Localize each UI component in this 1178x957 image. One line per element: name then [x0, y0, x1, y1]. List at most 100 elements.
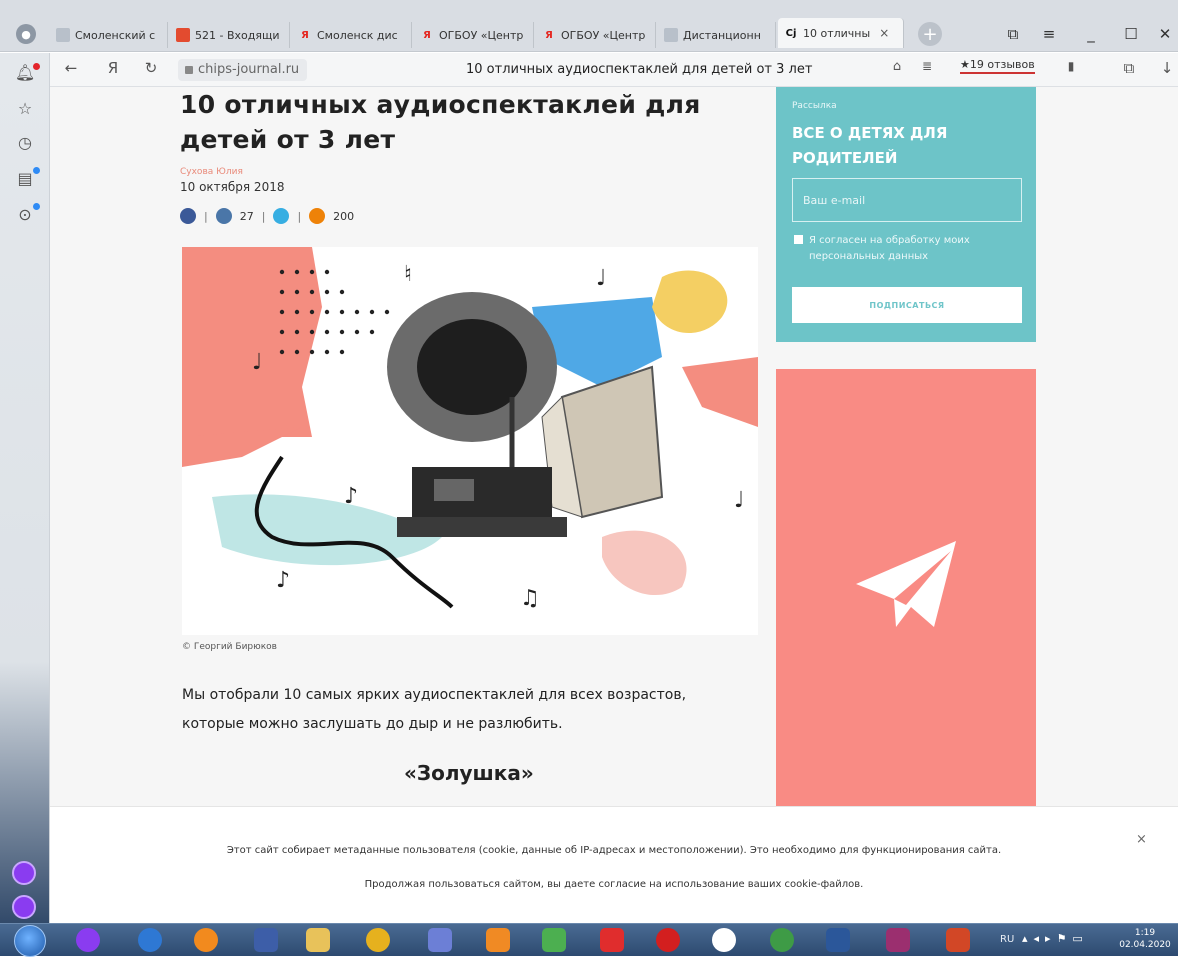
telegram-banner[interactable] [776, 369, 1036, 809]
download-icon[interactable]: ↓ [1156, 59, 1178, 77]
yandex-icon: Я [301, 29, 309, 41]
collections-dot [33, 167, 40, 174]
svg-text:♮: ♮ [404, 262, 412, 287]
section-heading: «Золушка» [404, 761, 534, 785]
gramophone-illustration: ♮ ♩ ♩ ♪ ♩ ♪ ♫ [182, 247, 758, 611]
chips-icon: Cj [785, 27, 797, 39]
url-page-title[interactable]: 10 отличных аудиоспектаклей для детей от… [466, 62, 812, 77]
close-tab-icon[interactable]: × [879, 26, 889, 40]
newsletter-kicker: Рассылка [792, 101, 837, 111]
svg-text:♩: ♩ [252, 350, 262, 375]
reader-icon[interactable]: ⌂ [886, 59, 908, 74]
article-lead: Мы отобрали 10 самых ярких аудиоспектакл… [182, 687, 687, 732]
vk-share-icon[interactable] [215, 208, 232, 224]
article-hero-image: ♮ ♩ ♩ ♪ ♩ ♪ ♫ [182, 247, 758, 635]
share-bar: | 27 | | 200 [180, 208, 758, 224]
maximize-icon[interactable]: ☐ [1118, 22, 1144, 46]
newsletter-widget: Рассылка ВСЕ О ДЕТЯХ ДЛЯ РОДИТЕЛЕЙ Я сог… [776, 87, 1036, 342]
tab-1[interactable]: Смоленский с [50, 22, 168, 48]
article-author[interactable]: Сухова Юлия [180, 167, 758, 177]
reviews-badge[interactable]: ★19 отзывов [960, 58, 1035, 74]
alice-voice-icon[interactable] [12, 895, 36, 919]
save-disk-icon[interactable] [254, 928, 278, 952]
powerpoint-icon[interactable] [946, 928, 970, 952]
svg-text:♩: ♩ [734, 488, 744, 513]
alice-icon[interactable] [12, 861, 36, 885]
translate-icon[interactable]: ≣ [916, 59, 938, 73]
history-icon[interactable]: ◷ [14, 133, 36, 155]
subscribe-button[interactable]: ПОДПИСАТЬСЯ [792, 287, 1022, 323]
cookie-close-button[interactable]: × [1136, 832, 1147, 847]
cookie-consent-text: Продолжая пользоваться сайтом, вы даете … [364, 879, 864, 890]
ok-share-count: 200 [333, 209, 355, 223]
ie-icon[interactable] [138, 928, 162, 952]
yandex-y-icon[interactable] [712, 928, 736, 952]
tabs-overview-icon[interactable]: ⧉ [1000, 22, 1026, 46]
winrar-icon[interactable] [886, 928, 910, 952]
browser-side-panel: 🔔︎ ☆ ◷ ▤ ⊙ [0, 53, 50, 923]
explorer-icon[interactable] [306, 928, 330, 952]
email-field[interactable] [792, 178, 1022, 222]
page-icon [56, 28, 70, 42]
favorites-icon[interactable]: ☆ [14, 99, 36, 121]
close-window-icon[interactable]: ✕ [1152, 22, 1178, 46]
tab-label: 10 отличны [803, 26, 871, 40]
tab-5[interactable]: Я ОГБОУ «Центр [536, 22, 656, 48]
chrome-icon[interactable] [366, 928, 390, 952]
tray-icons[interactable]: ▴◂▸⚑▭ [1022, 932, 1089, 945]
language-indicator[interactable]: RU [1000, 934, 1014, 945]
profile-icon[interactable]: ● [16, 24, 36, 44]
extensions-icon[interactable]: ⧉ [1118, 59, 1140, 77]
url-domain[interactable]: chips-journal.ru [178, 59, 308, 81]
media-dot [33, 203, 40, 210]
svg-text:♪: ♪ [344, 484, 358, 509]
article-title: 10 отличных аудиоспектаклей для детей от… [180, 90, 701, 154]
music-app-icon[interactable] [542, 928, 566, 952]
notification-dot [33, 63, 40, 70]
clock-date: 02.04.2020 [1119, 940, 1171, 950]
mail-icon [176, 28, 190, 42]
browser-tab-bar: ● Смоленский с 521 - Входящи Я Смоленск дис… [0, 0, 1178, 52]
telegram-share-icon[interactable] [273, 208, 290, 224]
word-icon[interactable] [826, 928, 850, 952]
cookie-text: Этот сайт собирает метаданные пользовате… [226, 845, 1002, 856]
utorrent-icon[interactable] [770, 928, 794, 952]
svg-text:♪: ♪ [276, 568, 290, 593]
opera-icon[interactable] [656, 928, 680, 952]
minimize-icon[interactable]: _ [1078, 22, 1104, 46]
new-tab-button[interactable]: + [918, 22, 942, 46]
ok-share-icon[interactable] [309, 208, 326, 224]
tab-6[interactable]: Дистанционн [658, 22, 776, 48]
paper-plane-icon [856, 541, 956, 627]
tab-3[interactable]: Я Смоленск дис [292, 22, 412, 48]
system-clock[interactable]: 1:19 02.04.2020 [1112, 927, 1178, 951]
back-icon[interactable]: ← [60, 59, 82, 77]
menu-icon[interactable]: ≡ [1036, 22, 1062, 46]
consent-label[interactable]: Я согласен на обработку моих персональны… [809, 233, 1009, 265]
tab-label: Смоленск дис [317, 28, 398, 42]
firefox-icon[interactable] [194, 928, 218, 952]
alice-taskbar-icon[interactable] [76, 928, 100, 952]
yandex-icon: Я [545, 29, 553, 41]
tab-4[interactable]: Я ОГБОУ «Центр [414, 22, 534, 48]
tab-2[interactable]: 521 - Входящи [170, 22, 290, 48]
consent-checkbox[interactable] [794, 235, 803, 244]
address-bar: ⊞ ← Я ↻ chips-journal.ru 10 отличных ауд… [0, 53, 1178, 87]
windows-taskbar: RU ▴◂▸⚑▭ 1:19 02.04.2020 [0, 923, 1178, 957]
reload-icon[interactable]: ↻ [140, 59, 162, 77]
svg-text:♩: ♩ [596, 266, 606, 291]
tab-label: ОГБОУ «Центр [561, 28, 646, 42]
cookie-banner: Этот сайт собирает метаданные пользовате… [50, 806, 1178, 925]
mail-app-icon[interactable] [428, 928, 452, 952]
yandex-browser-icon[interactable] [600, 928, 624, 952]
article-header: 10 отличных аудиоспектаклей для детей от… [180, 87, 758, 224]
yandex-logo-icon[interactable]: Я [102, 59, 124, 77]
tab-label: Дистанционн [683, 28, 761, 42]
start-button[interactable] [14, 925, 46, 957]
tab-label: Смоленский с [75, 28, 156, 42]
tab-7[interactable]: Cj 10 отличны × [778, 18, 904, 48]
facebook-share-icon[interactable] [180, 208, 196, 224]
video-player-icon[interactable] [486, 928, 510, 952]
article-date: 10 октября 2018 [180, 180, 285, 194]
bookmark-icon[interactable]: ▮ [1060, 59, 1082, 73]
